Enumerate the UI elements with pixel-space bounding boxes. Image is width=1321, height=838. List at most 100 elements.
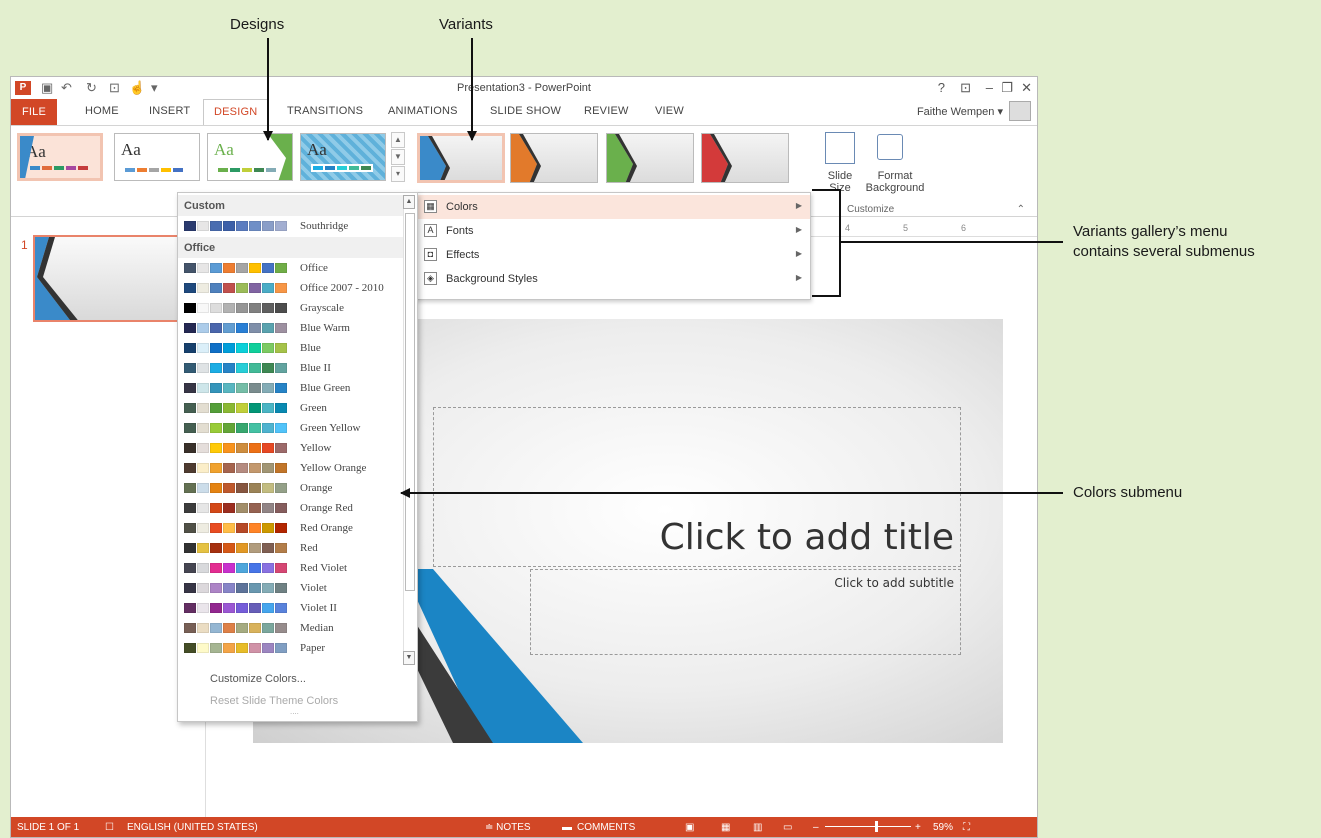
color-scheme-item[interactable]: Red Orange: [178, 518, 403, 538]
close-icon[interactable]: ✕: [1021, 80, 1032, 96]
tab-review[interactable]: REVIEW: [584, 105, 629, 117]
format-background-label-1: Format: [877, 170, 913, 182]
title-placeholder[interactable]: Click to add title: [433, 407, 961, 567]
color-swatch: [210, 343, 222, 353]
subtitle-placeholder[interactable]: Click to add subtitle: [530, 569, 961, 655]
variant-thumbnail-orange[interactable]: [510, 133, 598, 183]
collapse-ribbon-icon[interactable]: ⌃: [1017, 204, 1025, 215]
color-scheme-name: Blue: [300, 342, 321, 354]
tab-home[interactable]: HOME: [85, 105, 119, 117]
variant-thumbnail-red[interactable]: [701, 133, 789, 183]
designs-more[interactable]: ▾: [391, 166, 405, 182]
tab-animations[interactable]: ANIMATIONS: [388, 105, 458, 117]
zoom-slider-thumb[interactable]: [875, 821, 878, 832]
variants-menu-item-effects[interactable]: ◘ Effects ▶: [416, 243, 810, 267]
reading-view-icon[interactable]: ▥: [753, 822, 762, 833]
user-account[interactable]: Faithe Wempen ▾: [917, 105, 1003, 118]
color-swatch: [223, 503, 235, 513]
tab-slide-show[interactable]: SLIDE SHOW: [490, 105, 561, 117]
color-scheme-item[interactable]: Grayscale: [178, 298, 403, 318]
color-scheme-item[interactable]: Blue: [178, 338, 403, 358]
variant-thumbnail-blue[interactable]: [417, 133, 505, 183]
variants-menu-item-background-styles[interactable]: ◈ Background Styles ▶: [416, 267, 810, 291]
designs-scroll-up[interactable]: ▲: [391, 132, 405, 148]
color-swatch: [262, 443, 274, 453]
slide-thumbnail[interactable]: [33, 235, 187, 322]
fit-to-window-icon[interactable]: ⛶: [963, 822, 970, 833]
slide-sorter-icon[interactable]: ▦: [721, 822, 730, 833]
colors-icon: ▦: [424, 200, 437, 213]
tab-view[interactable]: VIEW: [655, 105, 684, 117]
color-scheme-item[interactable]: Paper: [178, 638, 403, 658]
color-scheme-item[interactable]: Blue II: [178, 358, 403, 378]
designs-scroll-down[interactable]: ▼: [391, 149, 405, 165]
theme-thumbnail-pattern[interactable]: Aa: [300, 133, 386, 181]
zoom-out-icon[interactable]: –: [813, 822, 819, 833]
zoom-level[interactable]: 59%: [933, 822, 953, 833]
comments-icon[interactable]: ▬: [562, 822, 572, 833]
color-swatch: [236, 263, 248, 273]
zoom-in-icon[interactable]: +: [915, 822, 921, 833]
ribbon-display-icon[interactable]: ⊡: [960, 80, 971, 96]
format-background-button[interactable]: Format Background: [857, 170, 933, 194]
color-swatch: [249, 563, 261, 573]
color-scheme-swatches: [184, 343, 287, 353]
minimize-icon[interactable]: –: [986, 80, 993, 95]
color-swatch: [236, 563, 248, 573]
tab-file[interactable]: FILE: [11, 99, 57, 125]
colors-scroll-down-icon[interactable]: ▼: [403, 651, 415, 665]
color-scheme-item[interactable]: Violet: [178, 578, 403, 598]
colors-scrollbar[interactable]: ▲ ▼: [403, 195, 415, 665]
colors-scroll-thumb[interactable]: [405, 213, 415, 591]
theme-thumbnail-office[interactable]: Aa: [114, 133, 200, 181]
color-scheme-item[interactable]: Blue Warm: [178, 318, 403, 338]
color-scheme-item[interactable]: Office: [178, 258, 403, 278]
color-swatch: [262, 263, 274, 273]
color-scheme-swatches: [184, 543, 287, 553]
color-scheme-item[interactable]: Orange: [178, 478, 403, 498]
color-scheme-item[interactable]: Yellow Orange: [178, 458, 403, 478]
color-swatch: [249, 583, 261, 593]
notes-button[interactable]: ≐ NOTES: [485, 822, 531, 833]
color-swatch: [236, 283, 248, 293]
help-icon[interactable]: ?: [938, 80, 945, 95]
variant-art: [511, 134, 541, 182]
color-scheme-item[interactable]: Southridge: [178, 216, 403, 236]
color-scheme-item[interactable]: Median: [178, 618, 403, 638]
color-scheme-item[interactable]: Red Violet: [178, 558, 403, 578]
theme-thumbnail-green[interactable]: Aa: [207, 133, 293, 181]
variants-menu-item-colors[interactable]: ▦ Colors ▶: [416, 195, 810, 219]
slideshow-icon[interactable]: ▭: [783, 822, 792, 833]
color-scheme-item[interactable]: Green: [178, 398, 403, 418]
tab-insert[interactable]: INSERT: [149, 105, 190, 117]
resize-grip[interactable]: ....: [290, 707, 299, 716]
color-scheme-name: Green: [300, 402, 327, 414]
colors-scroll-up-icon[interactable]: ▲: [403, 195, 415, 209]
zoom-slider[interactable]: [825, 826, 911, 827]
color-scheme-item[interactable]: Orange Red: [178, 498, 403, 518]
spell-check-icon[interactable]: ☐: [105, 822, 114, 833]
normal-view-icon[interactable]: ▣: [685, 822, 694, 833]
variants-menu-item-fonts[interactable]: A Fonts ▶: [416, 219, 810, 243]
theme-thumbnail-facet[interactable]: Aa: [17, 133, 103, 181]
variants-menu: ▦ Colors ▶ A Fonts ▶ ◘ Effects ▶ ◈ Background Styl…: [415, 192, 811, 300]
customize-colors-item[interactable]: Customize Colors...: [210, 673, 306, 685]
color-scheme-item[interactable]: Violet II: [178, 598, 403, 618]
color-scheme-item[interactable]: Red: [178, 538, 403, 558]
language-status[interactable]: ENGLISH (UNITED STATES): [127, 822, 258, 833]
color-scheme-item[interactable]: Office 2007 - 2010: [178, 278, 403, 298]
color-scheme-item[interactable]: Green Yellow: [178, 418, 403, 438]
comments-button[interactable]: COMMENTS: [577, 822, 635, 833]
tab-design[interactable]: DESIGN: [203, 99, 269, 126]
color-scheme-item[interactable]: Blue Green: [178, 378, 403, 398]
color-swatch: [184, 323, 196, 333]
color-swatch: [249, 221, 261, 231]
color-scheme-item[interactable]: Yellow: [178, 438, 403, 458]
color-swatch: [275, 603, 287, 613]
color-swatch: [249, 283, 261, 293]
variant-thumbnail-green[interactable]: [606, 133, 694, 183]
color-swatch: [184, 283, 196, 293]
restore-icon[interactable]: ❐: [1001, 80, 1013, 96]
avatar[interactable]: [1009, 101, 1031, 121]
tab-transitions[interactable]: TRANSITIONS: [287, 105, 363, 117]
